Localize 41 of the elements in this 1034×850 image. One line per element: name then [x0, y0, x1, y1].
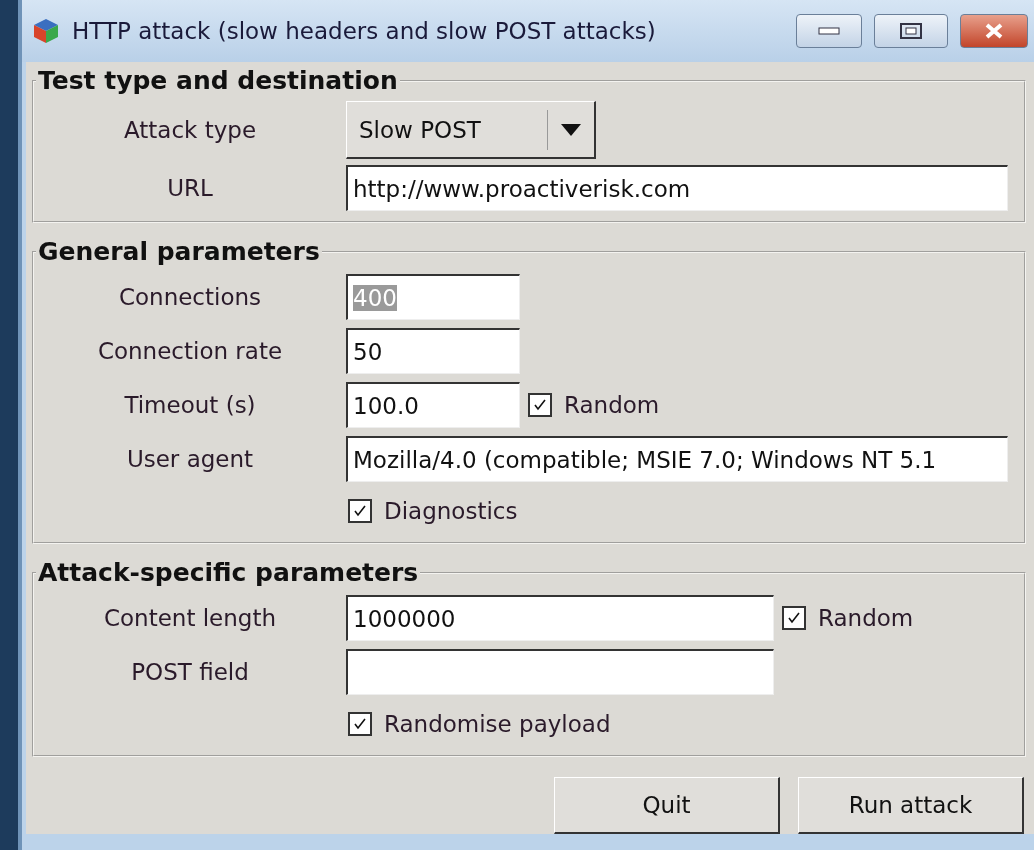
attack-type-dropdown[interactable]: Slow POST [346, 101, 596, 159]
field-label: Attack type [122, 117, 258, 143]
field-label: Timeout (s) [123, 392, 257, 418]
maximize-button[interactable] [874, 14, 948, 48]
field-label: Connection rate [96, 338, 284, 364]
checkbox[interactable] [528, 393, 552, 417]
input-field[interactable]: 1000000 [346, 595, 774, 641]
check-icon [786, 610, 802, 626]
input-field[interactable]: http://www.proactiverisk.com [346, 165, 1008, 211]
check-icon [352, 716, 368, 732]
checkbox[interactable] [782, 606, 806, 630]
cube-icon [32, 17, 60, 45]
field-label: POST field [130, 659, 250, 685]
run-button[interactable]: Run attack [798, 777, 1024, 834]
window-title: HTTP attack (slow headers and slow POST attacks) [72, 18, 657, 44]
checkbox[interactable] [348, 499, 372, 523]
caret-icon [561, 123, 581, 136]
input-field[interactable]: Mozilla/4.0 (compatible; MSIE 7.0; Windows NT 5.1 [346, 436, 1008, 482]
input-field[interactable]: 100.0 [346, 382, 520, 428]
group-title: General parameters [37, 237, 321, 266]
group-title: Attack-specific parameters [37, 558, 420, 587]
quit-button[interactable]: Quit [554, 777, 780, 834]
group-title: Test type and destination [37, 66, 399, 95]
checkbox-label: Random [564, 392, 660, 418]
checkbox[interactable] [348, 712, 372, 736]
checkbox-label: Randomise payload [384, 711, 611, 737]
field-label: Connections [117, 284, 263, 310]
close-button[interactable] [960, 14, 1028, 48]
input-field[interactable] [346, 649, 774, 695]
input-field[interactable]: 50 [346, 328, 520, 374]
check-icon [352, 503, 368, 519]
field-label: URL [166, 175, 214, 201]
minimize-button[interactable] [796, 14, 862, 48]
field-label: User agent [125, 446, 255, 472]
field-label: Content length [102, 605, 278, 631]
checkbox-label: Diagnostics [384, 498, 518, 524]
checkbox-label: Random [818, 605, 914, 631]
check-icon [532, 397, 548, 413]
close-icon [983, 22, 1005, 40]
minimize-icon [818, 27, 840, 35]
maximize-icon [900, 23, 922, 39]
